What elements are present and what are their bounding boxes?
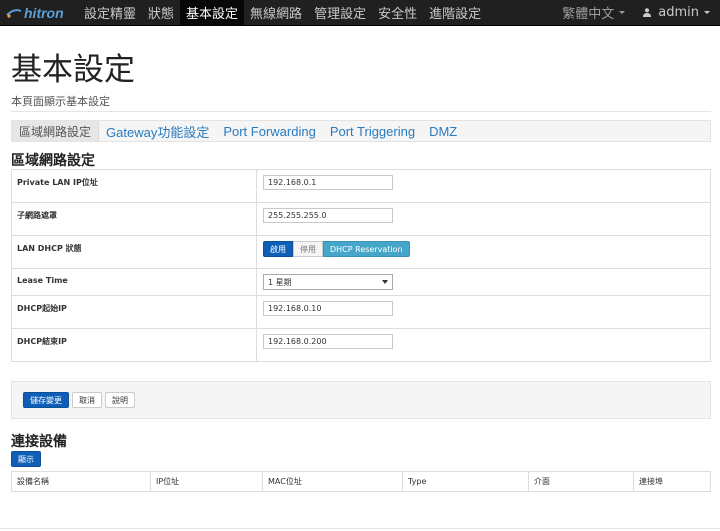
dhcp-toggle-group: 啟用 停用 DHCP Reservation (263, 241, 704, 257)
dhcp-end-input[interactable]: 192.168.0.200 (263, 334, 393, 349)
lease-time-label: Lease Time (11, 268, 257, 296)
hitron-logo[interactable]: hitron (0, 0, 78, 25)
form-cell: 192.168.0.10 (256, 295, 711, 329)
col-interface: 介面 (528, 471, 634, 492)
subnet-mask-input[interactable]: 255.255.255.0 (263, 208, 393, 223)
dhcp-reservation-button[interactable]: DHCP Reservation (323, 241, 410, 257)
tab-dmz-label: DMZ (429, 123, 458, 139)
logo-swoosh-icon (6, 8, 22, 18)
dhcp-start-input[interactable]: 192.168.0.10 (263, 301, 393, 316)
chevron-down-icon (619, 11, 626, 14)
devices-section-title: 連接設備 (11, 434, 67, 450)
lease-time-value: 1 星期 (268, 277, 292, 287)
footer-divider (0, 528, 720, 529)
dhcp-enable-button[interactable]: 啟用 (263, 241, 293, 257)
username: admin (658, 5, 699, 20)
lease-time-select[interactable]: 1 星期 (263, 274, 393, 290)
lan-section-title: 區域網路設定 (11, 153, 95, 169)
chevron-down-icon (382, 280, 388, 284)
brand-name: hitron (24, 4, 64, 21)
cancel-button[interactable]: 取消 (72, 392, 102, 408)
private-ip-input[interactable]: 192.168.0.1 (263, 175, 393, 190)
dhcp-end-label: DHCP結束IP (11, 328, 257, 362)
form-actions: 儲存變更 取消 說明 (11, 381, 711, 419)
nav-basic-settings[interactable]: 基本設定 (180, 0, 245, 25)
tab-gateway-function[interactable]: Gateway功能設定 (99, 121, 216, 141)
tab-dmz[interactable]: DMZ (422, 121, 464, 141)
col-device-name: 設備名稱 (11, 471, 151, 492)
lan-settings-form: Private LAN IP位址 192.168.0.1 子網路遮罩 255.2… (11, 169, 711, 362)
nav-advanced[interactable]: 進階設定 (423, 0, 487, 25)
settings-tabs: 區域網路設定 Gateway功能設定 Port Forwarding Port … (11, 120, 711, 142)
subnet-label: 子網路遮罩 (11, 202, 257, 236)
tab-gateway-label: Gateway功能設定 (106, 124, 210, 140)
user-menu[interactable]: admin (635, 0, 720, 25)
show-devices-button[interactable]: 顯示 (11, 451, 41, 467)
form-row: LAN DHCP 狀態 啟用 停用 DHCP Reservation (11, 235, 711, 269)
save-button[interactable]: 儲存變更 (23, 392, 69, 408)
page-subtitle: 本頁面顯示基本設定 (11, 95, 110, 108)
form-cell: 啟用 停用 DHCP Reservation (256, 235, 711, 269)
nav-admin[interactable]: 管理設定 (308, 0, 372, 25)
nav-wizard[interactable]: 設定精靈 (78, 0, 142, 25)
tab-port-forwarding-label: Port Forwarding (223, 123, 316, 139)
form-row: Private LAN IP位址 192.168.0.1 (11, 169, 711, 203)
tab-port-triggering[interactable]: Port Triggering (323, 121, 422, 141)
col-mac-address: MAC位址 (262, 471, 403, 492)
form-cell: 1 星期 (256, 268, 711, 296)
header-divider (11, 111, 711, 112)
form-cell: 255.255.255.0 (256, 202, 711, 236)
col-port: 連接埠 (633, 471, 711, 492)
nav-status[interactable]: 狀態 (142, 0, 180, 25)
private-ip-label: Private LAN IP位址 (11, 169, 257, 203)
nav-wireless[interactable]: 無線網路 (244, 0, 308, 25)
tab-lan-settings[interactable]: 區域網路設定 (12, 121, 100, 141)
language-dropdown[interactable]: 繁體中文 (552, 0, 635, 25)
dhcp-disable-button[interactable]: 停用 (293, 241, 323, 257)
dhcp-state-label: LAN DHCP 狀態 (11, 235, 257, 269)
nav-security[interactable]: 安全性 (372, 0, 423, 25)
user-icon (643, 8, 652, 17)
page-title: 基本設定 (11, 52, 135, 88)
form-cell: 192.168.0.200 (256, 328, 711, 362)
tab-port-triggering-label: Port Triggering (329, 123, 416, 139)
chevron-down-icon (704, 11, 710, 14)
col-type: Type (402, 471, 529, 492)
tab-port-forwarding[interactable]: Port Forwarding (216, 121, 322, 141)
form-cell: 192.168.0.1 (256, 169, 711, 203)
table-header-row: 設備名稱 IP位址 MAC位址 Type 介面 連接埠 (11, 471, 711, 492)
form-row: 子網路遮罩 255.255.255.0 (11, 202, 711, 236)
devices-table: 設備名稱 IP位址 MAC位址 Type 介面 連接埠 (11, 471, 711, 492)
dhcp-start-label: DHCP起始IP (11, 295, 257, 329)
col-ip-address: IP位址 (150, 471, 263, 492)
language-label: 繁體中文 (562, 7, 615, 22)
help-button[interactable]: 說明 (105, 392, 135, 408)
top-navbar: hitron 設定精靈 狀態 基本設定 無線網路 管理設定 安全性 進階設定 繁… (0, 0, 720, 26)
form-row: DHCP起始IP 192.168.0.10 (11, 295, 711, 329)
form-row: DHCP結束IP 192.168.0.200 (11, 328, 711, 362)
form-row: Lease Time 1 星期 (11, 268, 711, 296)
